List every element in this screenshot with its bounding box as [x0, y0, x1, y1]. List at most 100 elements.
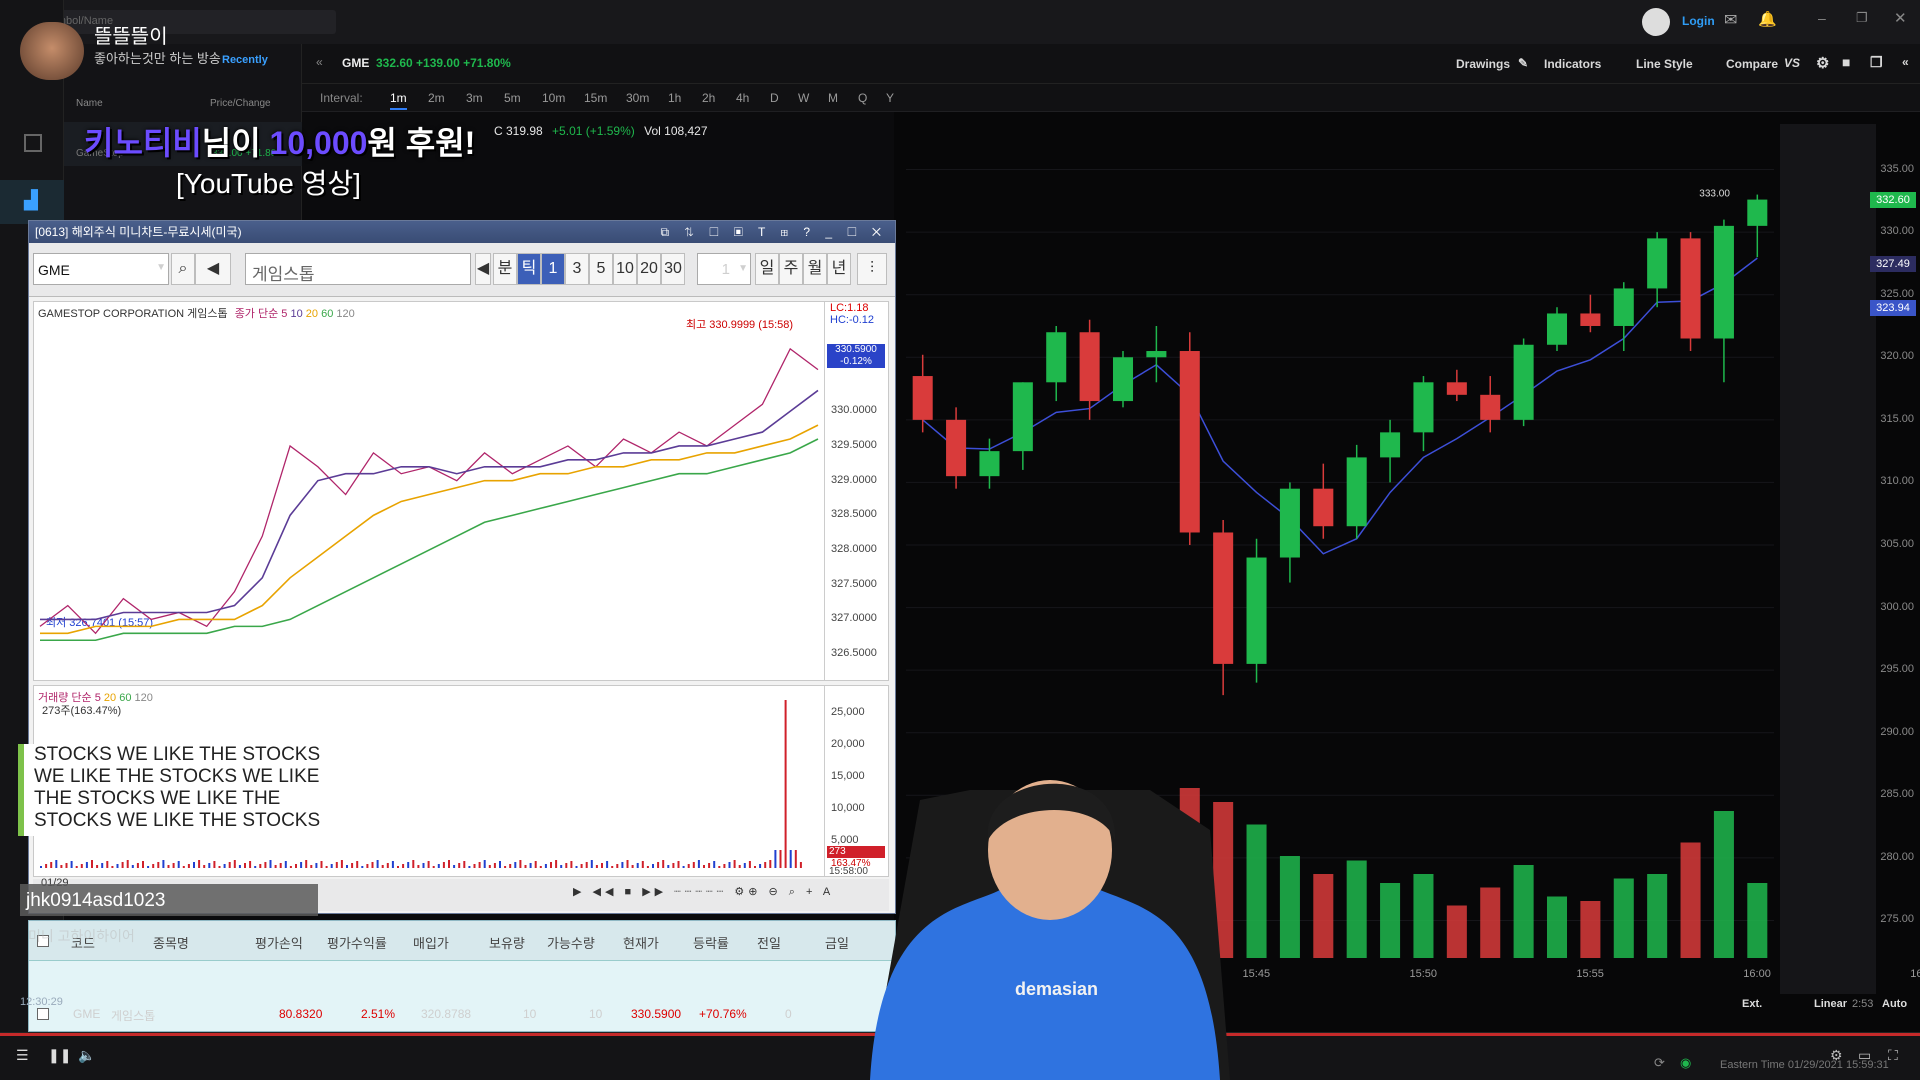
- volume-bar: [244, 863, 246, 868]
- speaker-icon[interactable]: ◀: [195, 253, 231, 285]
- interval-y[interactable]: Y: [886, 91, 894, 105]
- expand-icon[interactable]: «: [1902, 55, 1909, 69]
- collapse-icon[interactable]: «: [316, 55, 323, 69]
- volume-bar: [417, 865, 420, 868]
- theater-icon[interactable]: ▭: [1858, 1047, 1871, 1064]
- interval-m[interactable]: M: [828, 91, 838, 105]
- drawings-button[interactable]: Drawings: [1456, 57, 1510, 71]
- range-day[interactable]: 일: [755, 253, 779, 285]
- linear-button[interactable]: Linear: [1814, 998, 1847, 1010]
- cell-pnl: 80.8320: [279, 1007, 323, 1021]
- volume-bar: [631, 865, 634, 868]
- interval-label: Interval:: [320, 91, 363, 105]
- interval-w[interactable]: W: [798, 91, 809, 105]
- auto-button[interactable]: Auto: [1882, 998, 1907, 1010]
- interval-d[interactable]: D: [770, 91, 779, 105]
- price-axis: 335.00 330.00 325.00 320.00 315.00 310.00 305.…: [1818, 112, 1920, 1032]
- period-10[interactable]: 10: [613, 253, 637, 285]
- fullscreen-icon[interactable]: ⛶: [1888, 1047, 1898, 1064]
- hts-line-plot: [39, 347, 819, 642]
- playback-controls[interactable]: ▶ ◀◀ ■ ▶▶ ┈┈┈┈┈ ⚙⊕ ⊖ ⌕ + A: [573, 885, 834, 899]
- volume-bar: [335, 862, 338, 868]
- period-5[interactable]: 5: [589, 253, 613, 285]
- interval-4h[interactable]: 4h: [736, 91, 749, 105]
- volume-icon[interactable]: 🔈: [78, 1047, 95, 1064]
- settings-icon[interactable]: ⚙: [1816, 54, 1829, 72]
- bell-icon[interactable]: 🔔: [1758, 10, 1777, 28]
- volume-bar: [391, 861, 394, 868]
- donation-alert: 키노티비님이 10,000원 후원!: [84, 118, 475, 164]
- pause-icon[interactable]: ❚❚: [48, 1047, 71, 1064]
- line-style-button[interactable]: Line Style: [1636, 57, 1693, 71]
- volume-bar: [544, 864, 547, 868]
- interval-3m[interactable]: 3m: [466, 91, 483, 105]
- stream-settings-icon[interactable]: ⚙: [1830, 1047, 1843, 1064]
- volume-bar: [774, 850, 777, 868]
- maximize-icon[interactable]: ❐: [1856, 10, 1868, 26]
- indicators-button[interactable]: Indicators: [1544, 57, 1601, 71]
- interval-1m[interactable]: 1m: [390, 91, 407, 110]
- chapters-icon[interactable]: ☰: [16, 1047, 29, 1064]
- volume-bar: [249, 861, 252, 868]
- tab-recently[interactable]: Recently: [222, 54, 268, 66]
- chart-rail-icon[interactable]: ▟: [0, 180, 64, 224]
- watchlist-rail-icon[interactable]: [24, 134, 42, 152]
- interval-5m[interactable]: 5m: [504, 91, 521, 105]
- interval-30m[interactable]: 30m: [626, 91, 649, 105]
- time-tick: 15:50: [1409, 968, 1437, 980]
- period-3[interactable]: 3: [565, 253, 589, 285]
- mail-icon[interactable]: ✉: [1724, 10, 1737, 30]
- name-input[interactable]: 게임스톱: [245, 253, 471, 285]
- range-month[interactable]: 월: [803, 253, 827, 285]
- price-tick: 285.00: [1880, 788, 1914, 801]
- period-1[interactable]: 1: [541, 253, 565, 285]
- interval-q[interactable]: Q: [858, 91, 867, 105]
- period-20[interactable]: 20: [637, 253, 661, 285]
- vs-icon: VS: [1784, 56, 1801, 70]
- search-icon[interactable]: ⌕: [171, 253, 195, 285]
- close-icon[interactable]: ✕: [1894, 9, 1907, 27]
- volume-bar: [1380, 883, 1401, 958]
- code-input[interactable]: GME ▼: [33, 253, 169, 285]
- volume-bar: [295, 864, 297, 868]
- interval-10m[interactable]: 10m: [542, 91, 565, 105]
- login-link[interactable]: Login: [1682, 14, 1715, 28]
- chart-type-icon[interactable]: ⫶: [857, 253, 887, 285]
- hts-titlebar[interactable]: [0613] 해외주식 미니차트-무료시세(미국) ⧉ ⇅ ☐ ▣ T ⊞ ? …: [29, 221, 895, 243]
- count-dropdown-icon[interactable]: ▼: [738, 263, 748, 274]
- ext-button[interactable]: Ext.: [1742, 998, 1762, 1010]
- code-dropdown-icon[interactable]: ▼: [156, 262, 166, 273]
- row-checkbox[interactable]: [37, 1008, 49, 1020]
- interval-2h[interactable]: 2h: [702, 91, 715, 105]
- period-minute[interactable]: 분: [493, 253, 517, 285]
- volume-bar: [274, 865, 277, 868]
- ohlc-volume: Vol 108,427: [644, 124, 708, 138]
- volume-bar: [442, 862, 445, 868]
- minimize-icon[interactable]: –: [1818, 10, 1826, 26]
- volume-bar: [193, 862, 195, 868]
- interval-2m[interactable]: 2m: [428, 91, 445, 105]
- interval-15m[interactable]: 15m: [584, 91, 607, 105]
- range-year[interactable]: 년: [827, 253, 851, 285]
- period-30[interactable]: 30: [661, 253, 685, 285]
- interval-1h[interactable]: 1h: [668, 91, 681, 105]
- volume-bar: [356, 861, 359, 868]
- user-avatar[interactable]: [1642, 8, 1670, 36]
- range-week[interactable]: 주: [779, 253, 803, 285]
- volume-bar: [585, 862, 588, 868]
- price-tick: 330.00: [1880, 225, 1914, 238]
- hts-price-pane[interactable]: GAMESTOP CORPORATION 게임스톱 종가 단순 5 10 20 …: [33, 301, 889, 681]
- windows-icon[interactable]: ❐: [1870, 54, 1883, 71]
- window-controls[interactable]: ⧉ ⇅ ☐ ▣ T ⊞ ? _ ☐ ✕: [661, 221, 888, 243]
- period-tick[interactable]: 틱: [517, 253, 541, 285]
- table-row[interactable]: GME 게임스톱 80.8320 2.51% 320.8788 10 10 33…: [29, 1001, 895, 1031]
- volume-bar: [784, 700, 787, 868]
- prev-arrow-icon[interactable]: ◀: [475, 253, 491, 285]
- count-input[interactable]: 1 ▼: [697, 253, 751, 285]
- compare-button[interactable]: Compare: [1726, 57, 1778, 71]
- volume-bar: [361, 866, 364, 868]
- volume-bar: [330, 864, 333, 868]
- refresh-icon[interactable]: ⟳: [1654, 1055, 1665, 1071]
- layout-icon[interactable]: ■: [1842, 54, 1850, 70]
- series-line-60: [40, 438, 819, 642]
